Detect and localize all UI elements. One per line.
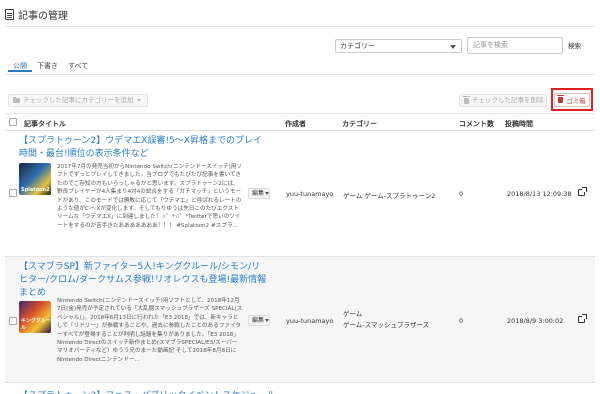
header-comments: コメント数 xyxy=(459,120,494,128)
category-cell: ゲーム ゲーム-スマッシュブラザーズ xyxy=(343,309,429,331)
post-date: 2018/8/13 12:09:38 xyxy=(507,190,572,198)
header-category: カテゴリー xyxy=(342,120,377,128)
post-excerpt: 2017年7月の発売当初からNintendo Switch(ニンテンドースイッチ… xyxy=(57,164,243,229)
search-button[interactable]: 検索 xyxy=(568,40,581,52)
page-title: 記事の管理 xyxy=(18,10,68,22)
category-tag[interactable]: ゲーム-スプラトゥーン2 xyxy=(364,192,435,200)
trash-label: ゴミ箱 xyxy=(566,97,586,105)
select-all-checkbox[interactable] xyxy=(9,118,17,126)
trash-icon xyxy=(557,95,565,103)
tab-all[interactable]: すべて xyxy=(63,60,93,72)
tab-drafts[interactable]: 下書き xyxy=(32,60,63,72)
header-author: 作成者 xyxy=(285,120,306,128)
comment-count: 0 xyxy=(459,317,464,325)
chevron-down-icon xyxy=(265,319,270,322)
chevron-down-icon xyxy=(450,45,456,49)
external-link-icon[interactable] xyxy=(578,314,587,323)
category-filter-select[interactable]: カテゴリー xyxy=(335,39,462,53)
category-filter-value: カテゴリー xyxy=(340,42,375,50)
status-tabs: 公開 下書き すべて xyxy=(8,60,93,72)
header-date: 投稿時間 xyxy=(505,120,533,128)
header-title: 記事タイトル xyxy=(24,120,66,128)
trash-button[interactable]: ゴミ箱 xyxy=(554,93,590,107)
table-row: 【スプラトゥーン2】ウデマエX誤審!5～X昇格までのプレイ時間・最台!順位の表示… xyxy=(5,131,595,257)
row-checkbox[interactable] xyxy=(9,189,17,197)
thumbnail-caption: Splatoon2 xyxy=(21,187,50,193)
external-link-icon[interactable] xyxy=(578,187,587,196)
row-checkbox[interactable] xyxy=(9,317,17,325)
category-tag[interactable]: ゲーム-スマッシュブラザーズ xyxy=(343,320,429,331)
edit-label: 編集 xyxy=(252,190,265,197)
table-row: 【スマブラSP】新ファイター5人!キングクルール/シモン/リヒター/クロム/ダー… xyxy=(5,257,595,383)
post-title-link[interactable]: 【スプラトゥーン2】ウデマエX誤審!5～X昇格までのプレイ時間・最台!順位の表示… xyxy=(19,135,269,161)
chevron-down-icon xyxy=(136,99,141,102)
comment-count: 0 xyxy=(459,190,464,198)
page-header: 記事の管理 xyxy=(5,6,68,22)
chevron-down-icon xyxy=(265,192,270,195)
author-cell: yuu-tunamayo xyxy=(286,317,334,325)
tab-published[interactable]: 公開 xyxy=(8,60,32,72)
trash-icon xyxy=(463,95,470,104)
post-excerpt: Nintendo Switch(ニンテンドースイッチ)用ソフトとして、2018年… xyxy=(57,298,243,363)
bulk-delete-button[interactable]: チェックした記事を削除 xyxy=(459,94,547,107)
category-tag[interactable]: ゲーム xyxy=(343,192,362,200)
edit-dropdown-button[interactable]: 編集 xyxy=(248,315,270,326)
thumbnail-caption: キングクルール xyxy=(21,318,51,331)
post-title-link[interactable]: 【スマブラSP】新ファイター5人!キングクルール/シモン/リヒター/クロム/ダー… xyxy=(19,261,269,300)
post-thumbnail: キングクルール xyxy=(19,301,51,333)
category-cell: ゲーム ゲーム-スプラトゥーン2 xyxy=(343,190,435,200)
search-placeholder: 記事を検索 xyxy=(473,41,508,49)
search-input[interactable]: 記事を検索 xyxy=(467,37,563,54)
document-icon xyxy=(5,8,14,20)
category-tag[interactable]: ゲーム xyxy=(343,309,429,320)
folder-icon xyxy=(13,97,20,103)
tabs-divider xyxy=(5,74,595,75)
bulk-add-category-label: チェックした記事にカテゴリーを追加 xyxy=(23,96,134,104)
author-cell: yuu-tunamayo xyxy=(286,190,334,198)
bulk-add-category-button[interactable]: チェックした記事にカテゴリーを追加 xyxy=(8,94,148,107)
post-thumbnail: Splatoon2 xyxy=(19,163,51,195)
edit-label: 編集 xyxy=(252,317,265,324)
post-date: 2018/8/9 3:00:02 xyxy=(507,317,564,325)
edit-dropdown-button[interactable]: 編集 xyxy=(248,188,270,199)
table-header: 記事タイトル 作成者 カテゴリー コメント数 投稿時間 xyxy=(5,113,595,131)
header-divider xyxy=(5,26,595,27)
post-title-link[interactable]: 【スプラトゥーン2】フェス・パブリックイベントスケジュール xyxy=(19,388,276,394)
bulk-delete-label: チェックした記事を削除 xyxy=(472,96,544,104)
